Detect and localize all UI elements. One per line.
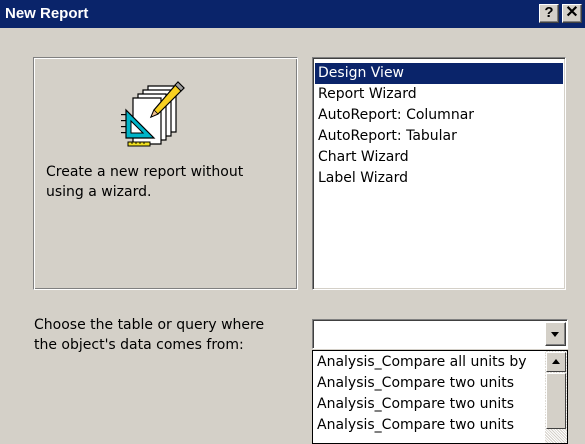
report-type-list[interactable]: Design View Report Wizard AutoReport: Co… bbox=[312, 57, 566, 290]
dropdown-scrollbar[interactable] bbox=[545, 351, 567, 443]
dropdown-button[interactable] bbox=[545, 322, 566, 346]
title-bar: New Report ? ✕ bbox=[0, 0, 585, 28]
source-option[interactable]: Analysis_Compare two units bbox=[313, 415, 541, 436]
report-design-icon bbox=[121, 81, 185, 147]
report-type-autoreport-tabular[interactable]: AutoReport: Tabular bbox=[315, 126, 563, 147]
report-type-design-view[interactable]: Design View bbox=[315, 63, 563, 84]
chevron-up-icon bbox=[552, 359, 560, 364]
report-type-autoreport-columnar[interactable]: AutoReport: Columnar bbox=[315, 105, 563, 126]
report-type-chart-wizard[interactable]: Chart Wizard bbox=[315, 147, 563, 168]
source-prompt: Choose the table or query where the obje… bbox=[34, 317, 265, 353]
scroll-thumb[interactable] bbox=[546, 373, 566, 429]
source-dropdown-list[interactable]: Analysis_Compare all units by Analysis_C… bbox=[312, 350, 568, 444]
source-option[interactable]: Analysis_Compare two units bbox=[313, 394, 541, 415]
scroll-up-button[interactable] bbox=[546, 352, 566, 372]
window-title: New Report bbox=[5, 5, 89, 22]
description-text: Create a new report without using a wiza… bbox=[46, 164, 244, 200]
preview-panel: Create a new report without using a wiza… bbox=[33, 57, 298, 290]
source-combo[interactable] bbox=[312, 319, 568, 349]
chevron-down-icon bbox=[551, 332, 559, 337]
help-button[interactable]: ? bbox=[539, 4, 559, 23]
source-option[interactable]: Analysis_Compare all units by bbox=[313, 352, 541, 373]
report-type-label-wizard[interactable]: Label Wizard bbox=[315, 168, 563, 189]
report-type-report-wizard[interactable]: Report Wizard bbox=[315, 84, 563, 105]
source-option[interactable]: Analysis_Compare two units bbox=[313, 373, 541, 394]
close-button[interactable]: ✕ bbox=[562, 4, 582, 23]
